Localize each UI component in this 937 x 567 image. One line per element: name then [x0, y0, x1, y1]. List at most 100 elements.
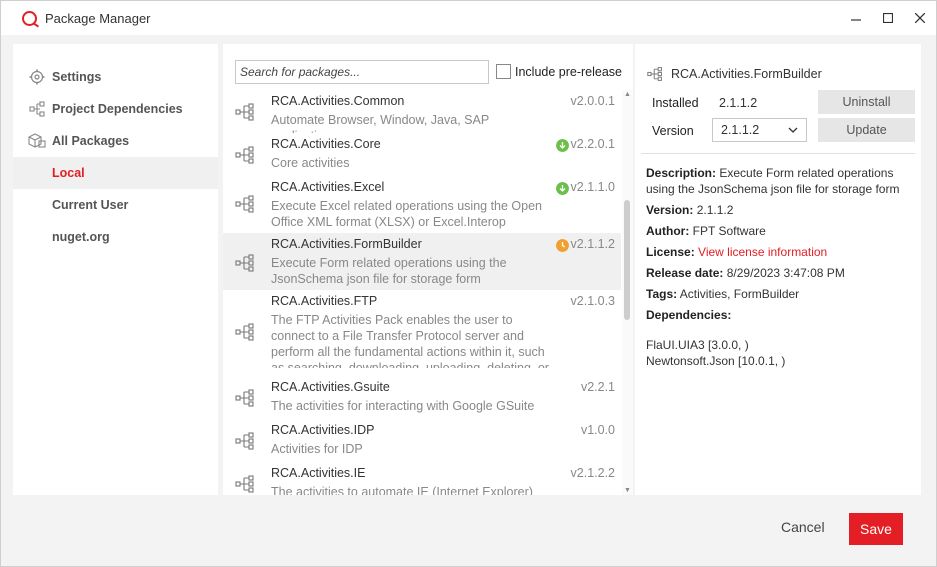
search-row: Search for packages... Include pre-relea…	[235, 60, 630, 84]
package-description: Activities for IDP	[271, 442, 363, 456]
dependencies-list: FlaUI.UIA3 [3.0.0, ) Newtonsoft.Json [10…	[646, 337, 916, 369]
package-item-idp[interactable]: RCA.Activities.IDP Activities for IDP v1…	[223, 419, 621, 462]
package-item-ftp[interactable]: RCA.Activities.FTP The FTP Activities Pa…	[223, 290, 621, 373]
sidebar-item-nuget-org[interactable]: nuget.org	[13, 221, 218, 253]
package-name: RCA.Activities.IDP	[271, 423, 375, 437]
include-prerelease-checkbox[interactable]	[496, 64, 511, 79]
details-divider	[641, 153, 915, 154]
uninstall-button[interactable]: Uninstall	[818, 90, 915, 114]
author-label: Author:	[646, 224, 690, 238]
sidebar-item-label: nuget.org	[52, 230, 110, 244]
package-icon	[235, 432, 254, 450]
package-icon	[235, 389, 254, 407]
release-date-value: 8/29/2023 3:47:08 PM	[726, 266, 845, 280]
installed-label: Installed	[652, 96, 699, 110]
dependency-item: FlaUI.UIA3 [3.0.0, )	[646, 338, 749, 352]
search-input[interactable]: Search for packages...	[235, 60, 489, 84]
package-description: The activities to automate IE (Internet …	[271, 485, 533, 495]
cancel-button[interactable]: Cancel	[781, 519, 825, 535]
sidebar-item-label: All Packages	[52, 134, 130, 148]
update-available-icon	[556, 139, 569, 152]
package-name: RCA.Activities.Common	[271, 94, 405, 108]
package-manager-window: Package Manager Settings Project Depende…	[0, 0, 937, 567]
package-version: v1.0.0	[580, 423, 615, 437]
sidebar-item-local[interactable]: Local	[13, 157, 218, 189]
maximize-button[interactable]	[872, 1, 904, 35]
package-item-formbuilder[interactable]: RCA.Activities.FormBuilder Execute Form …	[223, 233, 621, 290]
description-label: Description:	[646, 166, 717, 180]
package-item-gsuite[interactable]: RCA.Activities.Gsuite The activities for…	[223, 376, 621, 419]
dependency-item: Newtonsoft.Json [10.0.1, )	[646, 354, 786, 368]
package-version: v2.1.1.0	[570, 180, 615, 194]
sidebar-item-label: Settings	[52, 70, 102, 84]
package-icon	[235, 475, 254, 493]
release-date-label: Release date:	[646, 266, 724, 280]
package-name: RCA.Activities.FTP	[271, 294, 378, 308]
package-list: RCA.Activities.Common Automate Browser, …	[223, 90, 633, 495]
tree-icon	[28, 100, 46, 118]
package-version: v2.1.1.2	[570, 237, 615, 251]
package-description: Automate Browser, Window, Java, SAP appl…	[271, 113, 489, 133]
boxes-icon	[28, 132, 46, 150]
minimize-button[interactable]	[840, 1, 872, 35]
scroll-down-arrow-icon[interactable]: ▼	[624, 487, 631, 494]
sidebar-item-settings[interactable]: Settings	[13, 61, 218, 93]
installed-version: 2.1.1.2	[719, 96, 758, 110]
sidebar-item-current-user[interactable]: Current User	[13, 189, 218, 221]
sidebar: Settings Project Dependencies All Packag…	[13, 44, 218, 495]
package-metadata: Description: Execute Form related operat…	[646, 165, 916, 369]
update-button[interactable]: Update	[818, 118, 915, 142]
dependencies-row: Dependencies:	[646, 307, 916, 323]
version-select[interactable]: 2.1.1.2	[712, 118, 807, 142]
tags-label: Tags:	[646, 287, 678, 301]
sidebar-item-project-dependencies[interactable]: Project Dependencies	[13, 93, 218, 125]
package-list-pane: Search for packages... Include pre-relea…	[223, 44, 633, 495]
package-item-excel[interactable]: RCA.Activities.Excel Execute Excel relat…	[223, 176, 621, 233]
maximize-icon	[883, 13, 893, 23]
package-icon	[235, 195, 254, 213]
version-row-label: Version:	[646, 203, 694, 217]
include-prerelease-label: Include pre-release	[515, 65, 623, 79]
package-item-core[interactable]: RCA.Activities.Core Core activities v2.2…	[223, 133, 621, 176]
close-button[interactable]	[904, 1, 936, 35]
gear-icon	[28, 68, 46, 86]
package-name: RCA.Activities.Excel	[271, 180, 385, 194]
package-list-scrollbar[interactable]: ▲ ▼	[622, 90, 633, 495]
package-icon	[235, 323, 254, 341]
package-version: v2.2.0.1	[570, 137, 615, 151]
sidebar-item-label: Local	[52, 166, 85, 180]
package-version: v2.1.2.2	[570, 466, 615, 480]
details-package-name: RCA.Activities.FormBuilder	[671, 67, 822, 81]
package-name: RCA.Activities.Core	[271, 137, 381, 151]
package-description: Core activities	[271, 156, 350, 170]
package-version: v2.1.0.3	[570, 294, 615, 308]
close-icon	[915, 13, 925, 23]
sidebar-item-label: Project Dependencies	[52, 102, 183, 116]
sidebar-item-all-packages[interactable]: All Packages	[13, 125, 218, 157]
scroll-up-arrow-icon[interactable]: ▲	[624, 91, 631, 98]
package-details-pane: RCA.Activities.FormBuilder Installed 2.1…	[635, 44, 921, 495]
package-description: The activities for interacting with Goog…	[271, 399, 535, 413]
package-description: Execute Excel related operations using t…	[271, 199, 543, 229]
details-header: RCA.Activities.FormBuilder	[647, 66, 822, 82]
version-select-value: 2.1.1.2	[721, 123, 760, 137]
scroll-thumb[interactable]	[624, 200, 630, 320]
minimize-icon	[851, 19, 861, 21]
package-name: RCA.Activities.FormBuilder	[271, 237, 422, 251]
package-item-ie[interactable]: RCA.Activities.IE The activities to auto…	[223, 462, 621, 495]
dependencies-label: Dependencies:	[646, 308, 732, 322]
window-controls	[840, 1, 936, 35]
version-row-value: 2.1.1.2	[696, 203, 734, 217]
package-item-common[interactable]: RCA.Activities.Common Automate Browser, …	[223, 90, 621, 133]
license-row: License: View license information	[646, 244, 916, 260]
license-link[interactable]: View license information	[698, 245, 827, 259]
title-bar: Package Manager	[1, 1, 936, 35]
package-icon	[235, 254, 254, 272]
pending-clock-icon	[556, 239, 569, 252]
package-icon	[235, 103, 254, 121]
description-row: Description: Execute Form related operat…	[646, 165, 916, 197]
save-button[interactable]: Save	[849, 513, 903, 545]
app-logo-icon	[22, 10, 37, 26]
license-label: License:	[646, 245, 695, 259]
package-name: RCA.Activities.IE	[271, 466, 366, 480]
